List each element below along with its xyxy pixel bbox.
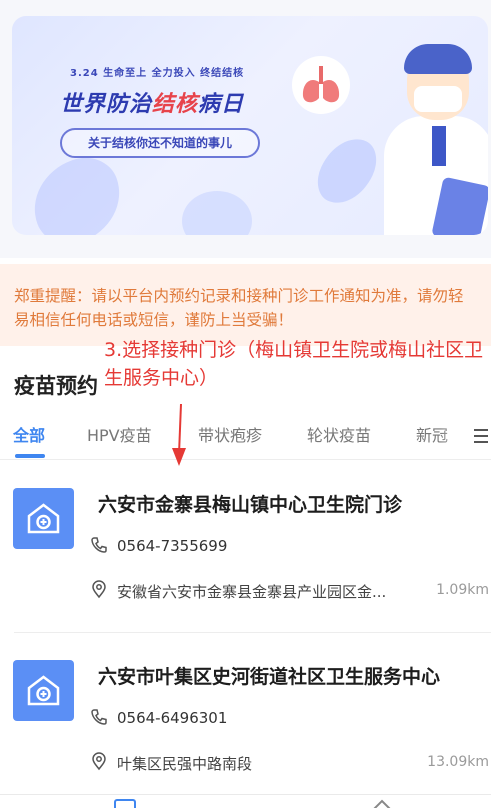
clinic-address: 叶集区民强中路南段 (117, 755, 253, 773)
doctor-mask (414, 86, 462, 112)
location-pin-icon (92, 580, 106, 599)
tabs-fade (440, 412, 470, 458)
warning-notice: 郑重提醒：请以平台内预约记录和接种门诊工作通知为准，请勿轻易相信任何电话或短信，… (0, 264, 491, 346)
location-pin-icon (92, 752, 106, 771)
promo-banner[interactable]: 3.24 生命至上 全力投入 终结结核 世界防治结核病日 关于结核你还不知道的事… (12, 16, 488, 235)
instruction-annotation: 3.选择接种门诊（梅山镇卫生院或梅山社区卫生服务中心） (104, 339, 484, 389)
leaf-decoration (21, 148, 133, 235)
phone-icon (91, 709, 107, 725)
doctor-tie (432, 126, 446, 166)
clinic-phone[interactable]: 0564-7355699 (117, 537, 227, 555)
nav-profile-icon[interactable] (372, 799, 392, 808)
leaf-decoration (182, 191, 252, 235)
banner-area: 3.24 生命至上 全力投入 终结结核 世界防治结核病日 关于结核你还不知道的事… (0, 0, 491, 258)
clinic-name: 六安市金寨县梅山镇中心卫生院门诊 (98, 494, 403, 516)
clinic-distance: 1.09km (436, 582, 489, 598)
banner-pill: 关于结核你还不知道的事儿 (60, 128, 260, 158)
banner-headline: 世界防治结核病日 (60, 86, 244, 118)
vaccine-tabs: 全部 HPV疫苗 带状疱疹 轮状疫苗 新冠 (0, 412, 491, 460)
bottom-nav (0, 794, 491, 808)
clinic-building-icon (13, 660, 74, 721)
clinic-address: 安徽省六安市金寨县金寨县产业园区金... (117, 583, 387, 601)
clinic-name: 六安市叶集区史河街道社区卫生服务中心 (98, 666, 441, 688)
section-title: 疫苗预约 (14, 374, 98, 398)
menu-icon[interactable] (472, 424, 490, 448)
doctor-hair (404, 44, 472, 74)
clinic-list-item[interactable]: 六安市金寨县梅山镇中心卫生院门诊 0564-7355699 安徽省六安市金寨县金… (0, 460, 491, 633)
nav-home-icon[interactable] (114, 799, 136, 808)
clinic-distance: 13.09km (427, 754, 489, 770)
lungs-icon (292, 56, 350, 114)
banner-title-highlight: 结核 (152, 92, 199, 117)
active-tab-indicator (15, 454, 45, 458)
clinic-phone[interactable]: 0564-6496301 (117, 709, 227, 727)
leaf-decoration (309, 128, 385, 214)
arrow-down-icon (172, 403, 186, 466)
banner-title-end: 病日 (198, 92, 245, 117)
banner-date-line: 3.24 生命至上 全力投入 终结结核 (70, 68, 245, 79)
clinic-building-icon (13, 488, 74, 549)
tab-rotavirus[interactable]: 轮状疫苗 (307, 422, 371, 446)
tab-all[interactable]: 全部 (13, 422, 45, 446)
tab-hpv[interactable]: HPV疫苗 (87, 422, 152, 446)
phone-icon (91, 537, 107, 553)
tab-shingles[interactable]: 带状疱疹 (198, 422, 262, 446)
banner-title-main: 世界防治 (60, 92, 153, 117)
clinic-list-item[interactable]: 六安市叶集区史河街道社区卫生服务中心 0564-6496301 叶集区民强中路南… (0, 632, 491, 800)
